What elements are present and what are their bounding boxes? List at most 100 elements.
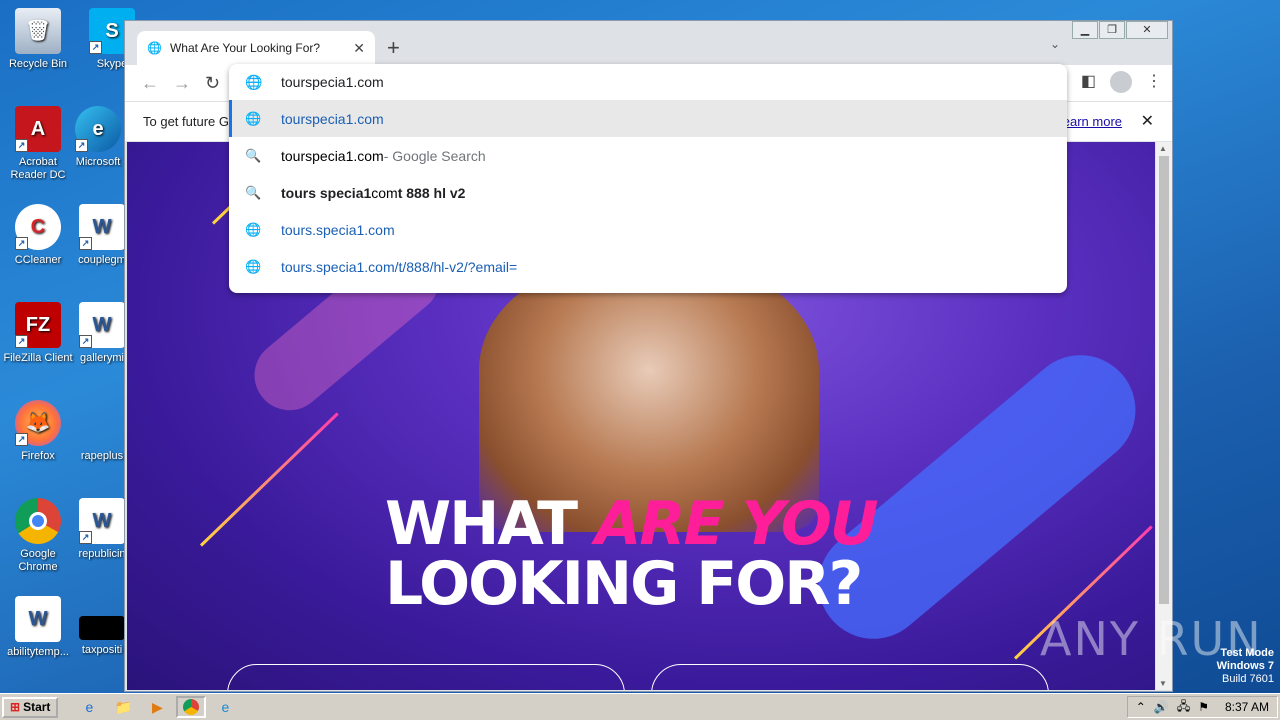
option-card[interactable] [227, 664, 625, 690]
page-scrollbar[interactable]: ▲ ▼ [1156, 142, 1172, 690]
network-icon[interactable]: 🖧 [1177, 697, 1190, 718]
new-tab-button[interactable]: + [387, 35, 400, 61]
taskbar-explorer-icon[interactable]: 📁 [108, 696, 138, 718]
option-card[interactable] [651, 664, 1049, 690]
word-doc-icon: W [15, 596, 61, 642]
minimize-button[interactable]: ▁ [1072, 21, 1098, 39]
menu-kebab-icon[interactable]: ⋮ [1146, 71, 1162, 93]
word-doc-icon: W ↗ [79, 498, 125, 544]
omnibox-input[interactable]: 🌐 tourspecia1.com [229, 64, 1067, 100]
taskbar: ⊞ Start e 📁 ▶ e ⌃ 🔊 🖧 ⚑ 8:37 AM [0, 693, 1280, 720]
desktop-icon-label: Firefox [21, 450, 55, 462]
suggestion-item[interactable]: 🔍 tours specia1 com t 888 hl v2 [229, 174, 1067, 211]
desktop-icon-label: FileZilla Client [3, 352, 73, 364]
maximize-button[interactable]: ❐ [1099, 21, 1125, 39]
black-file-icon [79, 616, 125, 640]
recycle-bin-icon: 🗑 [15, 8, 61, 54]
info-bar-text: To get future G [143, 114, 229, 129]
edge-icon: e ↗ [75, 106, 121, 152]
tab-strip: 🌐 What Are Your Looking For? ✕ + ⌄ ▁ ❐ ✕ [125, 21, 1172, 65]
desktop-icon-acrobat[interactable]: A ↗ Acrobat Reader DC [0, 106, 76, 182]
action-center-flag-icon[interactable]: ⚑ [1198, 700, 1209, 714]
desktop-icon-gallerymi[interactable]: W ↗ gallerymi [76, 302, 128, 365]
word-doc-icon: W ↗ [79, 204, 125, 250]
desktop-icon-label: Google Chrome [18, 548, 58, 573]
browser-window: 🌐 What Are Your Looking For? ✕ + ⌄ ▁ ❐ ✕… [124, 20, 1173, 692]
scroll-up-icon[interactable]: ▲ [1159, 144, 1167, 153]
desktop-icon-label: republicin [78, 548, 126, 560]
suggestion-text: tourspecia1.com [281, 147, 384, 164]
window-close-button[interactable]: ✕ [1126, 21, 1168, 39]
learn-more-link[interactable]: earn more [1063, 114, 1122, 129]
suggestion-text: tourspecia1.com [281, 110, 384, 127]
test-mode-label: Test Mode [1220, 647, 1274, 659]
side-panel-icon[interactable]: ◧ [1081, 71, 1096, 93]
desktop-icon-taxpositi[interactable]: taxpositi [76, 596, 128, 657]
start-label: Start [23, 700, 51, 714]
suggestion-text: tours.specia1.com [281, 221, 395, 238]
scrollbar-thumb[interactable] [1159, 156, 1169, 604]
desktop-icon-label: gallerymi [79, 352, 124, 364]
test-mode-notice: Test Mode Windows 7 Build 7601 [1217, 647, 1274, 686]
close-tab-icon[interactable]: ✕ [353, 40, 365, 57]
scroll-down-icon[interactable]: ▼ [1159, 679, 1167, 688]
globe-icon: 🌐 [245, 110, 262, 126]
clock[interactable]: 8:37 AM [1225, 700, 1269, 714]
globe-icon: 🌐 [245, 73, 263, 90]
suggestion-item[interactable]: 🌐 tours.specia1.com/t/888/hl-v2/?email= [229, 248, 1067, 285]
taskbar-chrome-icon[interactable] [176, 696, 207, 718]
desktop-icon-label: taxpositi [81, 644, 123, 656]
blank-file-icon [79, 400, 125, 446]
taskbar-media-player-icon[interactable]: ▶ [142, 696, 172, 718]
windows-flag-icon: ⊞ [10, 700, 21, 714]
desktop-icon-rapeplus[interactable]: rapeplus [76, 400, 128, 463]
desktop-icon-filezilla[interactable]: FZ ↗ FileZilla Client [0, 302, 76, 365]
globe-icon: 🌐 [147, 41, 162, 55]
desktop-icon-label: rapeplus [80, 450, 124, 462]
desktop-icon-microsoft-edge[interactable]: e ↗ Microsoft [72, 106, 124, 169]
search-icon: 🔍 [245, 147, 262, 163]
suggestion-item[interactable]: 🌐 tours.specia1.com [229, 211, 1067, 248]
desktop-icon-label: couplegm [78, 254, 126, 266]
suggestion-item[interactable]: 🌐 tourspecia1.com [229, 100, 1067, 137]
back-arrow-icon[interactable]: ← [141, 73, 159, 94]
suggestion-item[interactable]: 🔍 tourspecia1.com - Google Search [229, 137, 1067, 174]
close-infobar-icon[interactable]: ✕ [1141, 111, 1154, 131]
reload-icon[interactable]: ↻ [205, 73, 220, 94]
desktop-icon-label: Recycle Bin [8, 58, 68, 70]
desktop-icon-google-chrome[interactable]: Google Chrome [0, 498, 76, 574]
filezilla-icon: FZ ↗ [15, 302, 61, 348]
volume-icon[interactable]: 🔊 [1154, 700, 1169, 714]
headline-line2: LOOKING FOR? [385, 549, 863, 619]
taskbar-ie-icon[interactable]: e [74, 696, 104, 718]
tray-expand-icon[interactable]: ⌃ [1136, 700, 1146, 714]
desktop-icon-ccleaner[interactable]: C ↗ CCleaner [0, 204, 76, 267]
forward-arrow-icon[interactable]: → [173, 73, 191, 94]
suggestion-text: tours.specia1.com/t/888/hl-v2/?email= [281, 258, 518, 275]
desktop-icon-label: CCleaner [14, 254, 62, 266]
os-label: Windows 7 [1216, 660, 1274, 672]
taskbar-edge-icon[interactable]: e [210, 696, 240, 718]
start-button[interactable]: ⊞ Start [2, 696, 59, 718]
tab-search-chevron-icon[interactable]: ⌄ [1050, 37, 1060, 51]
omnibox-dropdown: 🌐 tourspecia1.com 🌐 tourspecia1.com 🔍 to… [229, 64, 1067, 293]
tab-title: What Are Your Looking For? [169, 41, 321, 55]
desktop-icon-abilitytemp[interactable]: W abilitytemp... [0, 596, 76, 659]
acrobat-icon: A ↗ [15, 106, 61, 152]
profile-avatar-icon[interactable] [1110, 71, 1132, 93]
window-controls: ▁ ❐ ✕ [1071, 21, 1168, 39]
desktop-icon-couplegm[interactable]: W ↗ couplegm [76, 204, 128, 267]
firefox-icon: 🦊 ↗ [15, 400, 61, 446]
page-headline: WHAT ARE YOU LOOKING FOR? [385, 494, 985, 614]
desktop-icon-republicin[interactable]: W ↗ republicin [76, 498, 128, 561]
chrome-icon [15, 498, 61, 544]
desktop-icon-firefox[interactable]: 🦊 ↗ Firefox [0, 400, 76, 463]
decor-line [199, 412, 339, 547]
omnibox-text: tourspecia1.com [281, 74, 384, 90]
search-icon: 🔍 [245, 184, 262, 200]
ccleaner-icon: C ↗ [15, 204, 61, 250]
desktop-icon-recycle-bin[interactable]: 🗑 Recycle Bin [0, 8, 76, 71]
browser-tab[interactable]: 🌐 What Are Your Looking For? ✕ [137, 31, 375, 65]
build-label: Build 7601 [1222, 673, 1274, 685]
suggestion-tail: t 888 hl v2 [397, 184, 466, 201]
